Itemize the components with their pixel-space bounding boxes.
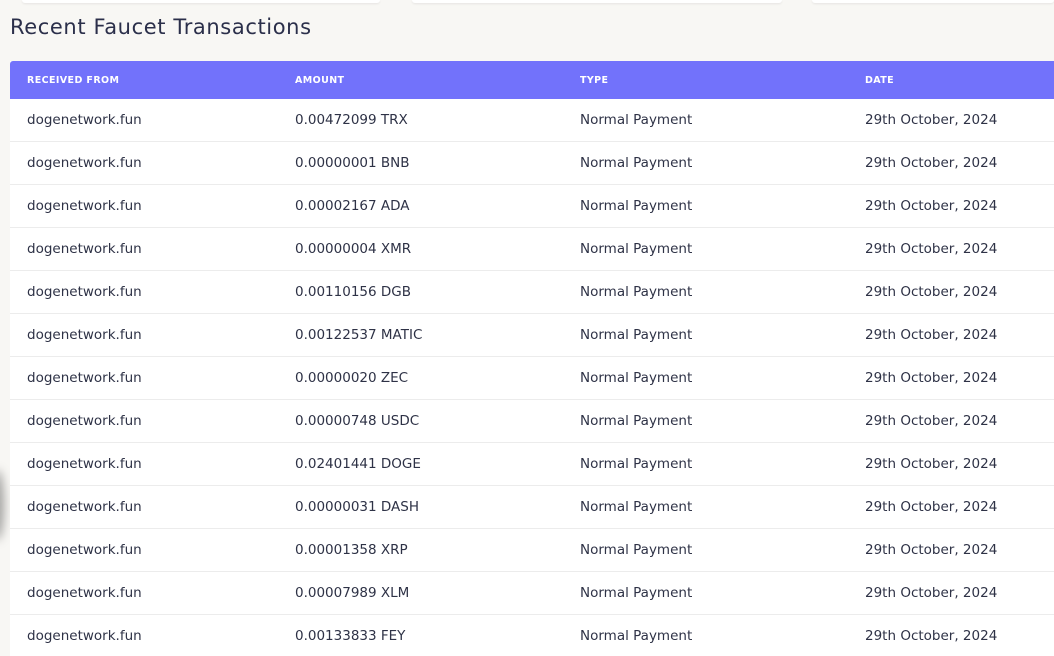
- cell-date: 29th October, 2024: [865, 284, 998, 300]
- transactions-table: RECEIVED FROM AMOUNT TYPE DATE dogenetwo…: [10, 61, 1054, 656]
- section-title: Recent Faucet Transactions: [10, 15, 312, 39]
- cell-amount: 0.00000748 USDC: [295, 413, 420, 429]
- cell-amount: 0.00000020 ZEC: [295, 370, 409, 386]
- cell-received-from: dogenetwork.fun: [27, 370, 142, 386]
- cell-received-from: dogenetwork.fun: [27, 456, 142, 472]
- cell-amount: 0.00472099 TRX: [295, 112, 408, 128]
- table-row: dogenetwork.fun 0.00001358 XRP Normal Paym…: [10, 529, 1054, 572]
- cell-received-from: dogenetwork.fun: [27, 327, 142, 343]
- cell-date: 29th October, 2024: [865, 155, 998, 171]
- cell-amount: 0.02401441 DOGE: [295, 456, 421, 472]
- top-card-edge: [412, 0, 782, 3]
- top-card-edge: [22, 0, 380, 3]
- table-row: dogenetwork.fun 0.00000004 XMR Normal Paym…: [10, 228, 1054, 271]
- cell-date: 29th October, 2024: [865, 585, 998, 601]
- table-row: dogenetwork.fun 0.00110156 DGB Normal Paym…: [10, 271, 1054, 314]
- header-received-from: RECEIVED FROM: [27, 74, 120, 86]
- cell-date: 29th October, 2024: [865, 327, 998, 343]
- cell-date: 29th October, 2024: [865, 499, 998, 515]
- table-row: dogenetwork.fun 0.00000748 USDC Normal Pay…: [10, 400, 1054, 443]
- cell-amount: 0.00001358 XRP: [295, 542, 408, 558]
- cell-amount: 0.00110156 DGB: [295, 284, 412, 300]
- cell-type: Normal Payment: [580, 456, 693, 472]
- cell-type: Normal Payment: [580, 628, 693, 644]
- cell-received-from: dogenetwork.fun: [27, 413, 142, 429]
- cell-date: 29th October, 2024: [865, 112, 998, 128]
- cell-date: 29th October, 2024: [865, 628, 998, 644]
- page: Recent Faucet Transactions RECEIVED FROM…: [0, 0, 1054, 656]
- cell-type: Normal Payment: [580, 155, 693, 171]
- header-type: TYPE: [580, 74, 609, 86]
- cell-received-from: dogenetwork.fun: [27, 284, 142, 300]
- cell-type: Normal Payment: [580, 284, 693, 300]
- cell-amount: 0.00002167 ADA: [295, 198, 410, 214]
- cell-date: 29th October, 2024: [865, 456, 998, 472]
- cell-amount: 0.00133833 FEY: [295, 628, 406, 644]
- cell-received-from: dogenetwork.fun: [27, 542, 142, 558]
- cell-received-from: dogenetwork.fun: [27, 499, 142, 515]
- table-header: RECEIVED FROM AMOUNT TYPE DATE: [10, 61, 1054, 99]
- table-row: dogenetwork.fun 0.00133833 FEY Normal Paym…: [10, 615, 1054, 656]
- cell-amount: 0.00122537 MATIC: [295, 327, 423, 343]
- cell-received-from: dogenetwork.fun: [27, 112, 142, 128]
- cell-amount: 0.00000004 XMR: [295, 241, 412, 257]
- cell-received-from: dogenetwork.fun: [27, 628, 142, 644]
- cell-received-from: dogenetwork.fun: [27, 585, 142, 601]
- table-row: dogenetwork.fun 0.00472099 TRX Normal Paym…: [10, 99, 1054, 142]
- table-row: dogenetwork.fun 0.00007989 XLM Normal Paym…: [10, 572, 1054, 615]
- table-row: dogenetwork.fun 0.00000031 DASH Normal Pay…: [10, 486, 1054, 529]
- cell-type: Normal Payment: [580, 112, 693, 128]
- table-row: dogenetwork.fun 0.00002167 ADA Normal Paym…: [10, 185, 1054, 228]
- cell-amount: 0.00000001 BNB: [295, 155, 410, 171]
- table-body: dogenetwork.fun 0.00472099 TRX Normal Paym…: [10, 99, 1054, 656]
- cell-amount: 0.00007989 XLM: [295, 585, 410, 601]
- cell-type: Normal Payment: [580, 327, 693, 343]
- header-date: DATE: [865, 74, 895, 86]
- cell-date: 29th October, 2024: [865, 413, 998, 429]
- top-card-edge: [812, 0, 1054, 3]
- cell-received-from: dogenetwork.fun: [27, 198, 142, 214]
- cell-type: Normal Payment: [580, 241, 693, 257]
- cell-received-from: dogenetwork.fun: [27, 155, 142, 171]
- cell-type: Normal Payment: [580, 198, 693, 214]
- cell-type: Normal Payment: [580, 585, 693, 601]
- header-amount: AMOUNT: [295, 74, 345, 86]
- cell-amount: 0.00000031 DASH: [295, 499, 419, 515]
- table-row: dogenetwork.fun 0.02401441 DOGE Normal Pay…: [10, 443, 1054, 486]
- cell-type: Normal Payment: [580, 413, 693, 429]
- cell-type: Normal Payment: [580, 499, 693, 515]
- cell-date: 29th October, 2024: [865, 370, 998, 386]
- cell-type: Normal Payment: [580, 542, 693, 558]
- cell-date: 29th October, 2024: [865, 542, 998, 558]
- table-row: dogenetwork.fun 0.00000001 BNB Normal Paym…: [10, 142, 1054, 185]
- cell-date: 29th October, 2024: [865, 241, 998, 257]
- cell-received-from: dogenetwork.fun: [27, 241, 142, 257]
- table-row: dogenetwork.fun 0.00000020 ZEC Normal Paym…: [10, 357, 1054, 400]
- cell-date: 29th October, 2024: [865, 198, 998, 214]
- table-row: dogenetwork.fun 0.00122537 MATIC Normal Pa…: [10, 314, 1054, 357]
- cell-type: Normal Payment: [580, 370, 693, 386]
